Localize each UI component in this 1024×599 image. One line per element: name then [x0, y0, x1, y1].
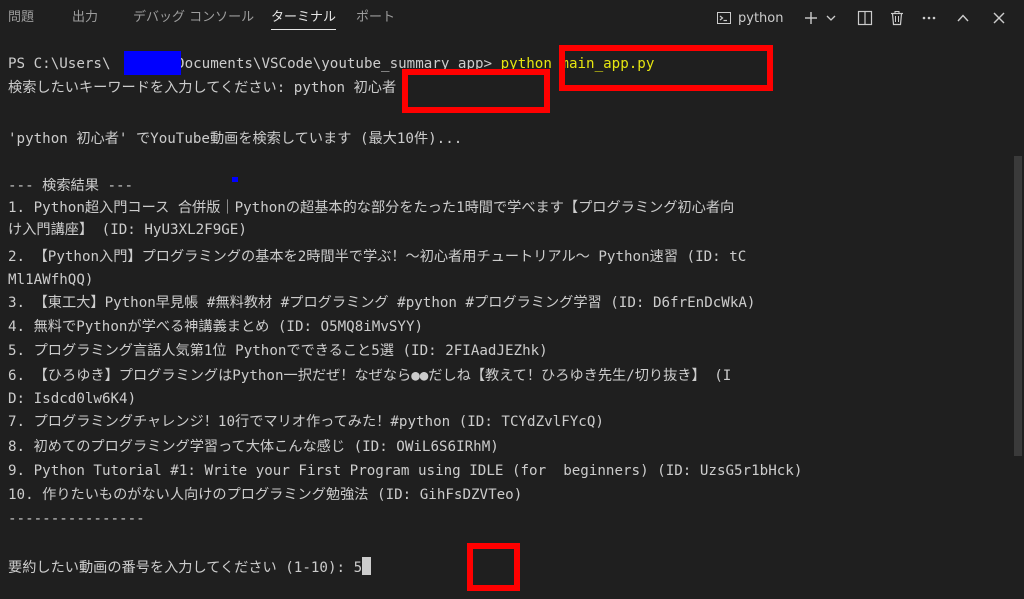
result-line: 9. Python Tutorial #1: Write your First … [8, 463, 803, 479]
result-line: け入門講座】 (ID: HyU3XL2F9GE) [8, 222, 247, 238]
result-line: 8. 初めてのプログラミング学習って大体こんな感じ (ID: OWiL6S6IR… [8, 439, 499, 455]
text-cursor [362, 557, 372, 575]
more-icon[interactable] [918, 6, 940, 30]
redaction-mark [232, 177, 238, 182]
close-icon[interactable] [988, 6, 1010, 30]
terminal-name: python [738, 10, 784, 26]
result-line: 7. プログラミングチャレンジ！10行でマリオ作ってみた！#python (ID… [8, 414, 604, 430]
result-line: 5. プログラミング言語人気第1位 Pythonでできること5選 (ID: 2F… [8, 343, 548, 359]
results-header: --- 検索結果 --- [8, 178, 134, 194]
result-line: 4. 無料でPythonが学べる神講義まとめ (ID: O5MQ8iMvSYY) [8, 319, 424, 335]
split-icon[interactable] [854, 6, 876, 30]
result-line: 10. 作りたいものがない人向けのプログラミング勉強法 (ID: GihFsDZ… [8, 487, 523, 503]
prompt-path-start: PS C:\Users\ [8, 56, 111, 72]
result-line: Ml1AWfhQQ) [8, 272, 94, 288]
searching-message: 'python 初心者' でYouTube動画を検索しています (最大10件).… [8, 131, 463, 147]
chevron-up-icon[interactable] [952, 6, 974, 30]
result-line: D: Isdcd0lw6K4) [8, 391, 137, 407]
result-line: 1. Python超入門コース 合併版｜Pythonの超基本的な部分をたった1時… [8, 200, 735, 216]
terminal-scrollbar[interactable] [1012, 36, 1024, 599]
scrollbar-thumb[interactable] [1014, 156, 1022, 456]
plus-icon[interactable] [800, 6, 822, 30]
terminal-selector[interactable]: python [716, 6, 796, 30]
tab-ports[interactable]: ポート [356, 0, 395, 36]
tab-terminal[interactable]: ターミナル [271, 0, 337, 36]
selection-prompt: 要約したい動画の番号を入力してください (1-10): [8, 560, 354, 576]
highlight-box-keyword [402, 69, 550, 113]
highlight-box-command [559, 45, 773, 91]
tab-problems[interactable]: 問題 [8, 0, 34, 36]
keyword-prompt-line: 検索したいキーワードを入力してください: python 初心者 [8, 78, 396, 98]
result-line: 3. 【東工大】Python早見帳 #無料教材 #プログラミング #python… [8, 295, 756, 311]
tab-debug-console[interactable]: デバッグ コンソール [133, 0, 254, 36]
selection-prompt-line[interactable]: 要約したい動画の番号を入力してください (1-10): 5 [8, 557, 372, 577]
terminal-prompt-line: PS C:\Users\ \Documents\VSCode\youtube_su… [8, 54, 654, 74]
redacted-username [124, 51, 181, 75]
highlight-box-selection [467, 543, 520, 591]
tab-output[interactable]: 出力 [72, 0, 98, 36]
results-separator: ---------------- [8, 511, 145, 527]
result-line: 6. 【ひろゆき】プログラミングはPython一択だぜ！なぜなら●●だしね【教え… [8, 368, 732, 384]
panel-tab-bar: 問題 出力 デバッグ コンソール ターミナル ポート python [0, 0, 1024, 36]
result-line: 2. 【Python入門】プログラミングの基本を2時間半で学ぶ！〜初心者用チュー… [8, 249, 747, 265]
selection-input: 5 [353, 560, 363, 576]
chevron-down-icon[interactable] [822, 6, 840, 30]
keyword-input: python 初心者 [293, 80, 397, 96]
terminal-icon [716, 10, 732, 26]
trash-icon[interactable] [886, 6, 908, 30]
keyword-prompt: 検索したいキーワードを入力してください: [8, 80, 294, 96]
